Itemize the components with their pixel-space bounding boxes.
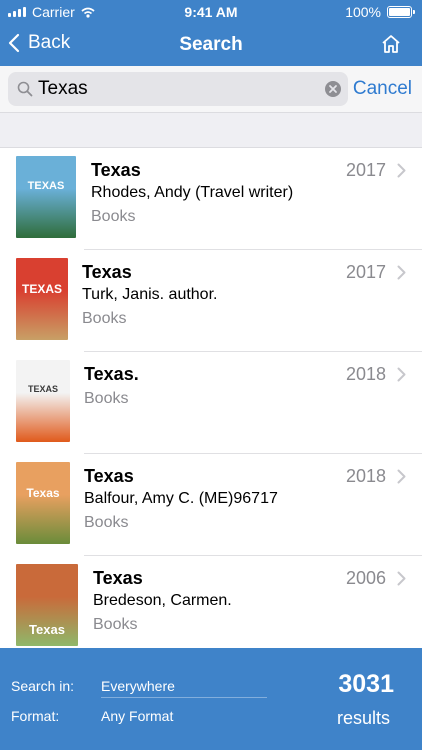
result-count-label: results xyxy=(336,708,390,728)
search-in-label: Search in: xyxy=(11,678,75,694)
result-count: 3031 xyxy=(338,670,394,698)
format-label: Format: xyxy=(11,708,60,724)
cover-title: Texas xyxy=(29,622,65,637)
search-in-value[interactable]: Everywhere xyxy=(101,678,175,694)
item-author: Balfour, Amy C. (ME)96717 xyxy=(84,490,278,507)
item-author: Rhodes, Andy (Travel writer) xyxy=(91,184,294,201)
cover-title: TEXAS xyxy=(21,282,62,296)
list-item[interactable]: Texas Texas Bredeson, Carmen. Books 2006 xyxy=(0,556,422,648)
chevron-right-icon xyxy=(397,163,406,178)
item-author: Bredeson, Carmen. xyxy=(93,592,232,609)
item-title: Texas xyxy=(84,466,134,486)
book-cover: Texas xyxy=(16,462,70,544)
cancel-button[interactable]: Cancel xyxy=(353,78,412,100)
section-spacer xyxy=(0,112,422,148)
item-title: Texas. xyxy=(84,364,139,384)
book-cover: TEXAS xyxy=(16,258,68,340)
item-format: Books xyxy=(91,208,136,225)
book-cover: TEXAS xyxy=(16,156,76,238)
chevron-right-icon xyxy=(397,265,406,280)
status-bar: Carrier 9:41 AM 100% xyxy=(0,0,422,24)
item-format: Books xyxy=(82,310,127,327)
results-list: TEXAS Texas Rhodes, Andy (Travel writer)… xyxy=(0,148,422,648)
item-format: Books xyxy=(84,390,129,407)
footer-divider xyxy=(101,697,267,698)
item-format: Books xyxy=(93,616,138,633)
format-value[interactable]: Any Format xyxy=(101,708,173,724)
home-icon[interactable] xyxy=(380,33,402,55)
search-icon xyxy=(17,81,33,97)
list-item[interactable]: TEXAS Texas Turk, Janis. author. Books 2… xyxy=(0,250,422,352)
item-year: 2017 xyxy=(345,262,386,282)
battery-icon xyxy=(387,6,415,18)
item-year: 2006 xyxy=(345,568,386,588)
chevron-right-icon xyxy=(397,571,406,586)
battery-fill xyxy=(389,8,410,16)
item-year: 2018 xyxy=(345,364,386,384)
item-format: Books xyxy=(84,514,129,531)
cover-title: TEXAS xyxy=(27,180,65,192)
battery-percent: 100% xyxy=(345,4,381,20)
cover-title: Texas xyxy=(26,486,60,500)
item-title: Texas xyxy=(91,160,141,180)
cover-title: TEXAS xyxy=(27,384,58,394)
item-year: 2018 xyxy=(345,466,386,486)
clear-icon[interactable] xyxy=(324,80,342,98)
item-author: Turk, Janis. author. xyxy=(82,286,218,303)
header: Carrier 9:41 AM 100% Back Search xyxy=(0,0,422,66)
search-bar: Texas Cancel xyxy=(0,66,422,112)
nav-bar: Back Search xyxy=(0,24,422,66)
list-item[interactable]: TEXAS Texas Rhodes, Andy (Travel writer)… xyxy=(0,148,422,250)
status-right: 100% xyxy=(345,4,415,20)
chevron-right-icon xyxy=(397,469,406,484)
search-query: Texas xyxy=(38,78,88,99)
book-cover: Texas xyxy=(16,564,78,646)
page-title: Search xyxy=(179,34,243,55)
list-item[interactable]: Texas Texas Balfour, Amy C. (ME)96717 Bo… xyxy=(0,454,422,556)
search-input[interactable]: Texas xyxy=(8,72,348,106)
item-title: Texas xyxy=(82,262,132,282)
book-cover: TEXAS xyxy=(16,360,70,442)
list-item[interactable]: TEXAS Texas. Books 2018 xyxy=(0,352,422,454)
item-year: 2017 xyxy=(345,160,386,180)
chevron-right-icon xyxy=(397,367,406,382)
search-summary-footer[interactable]: Search in: Everywhere Format: Any Format… xyxy=(0,648,422,750)
item-title: Texas xyxy=(93,568,143,588)
